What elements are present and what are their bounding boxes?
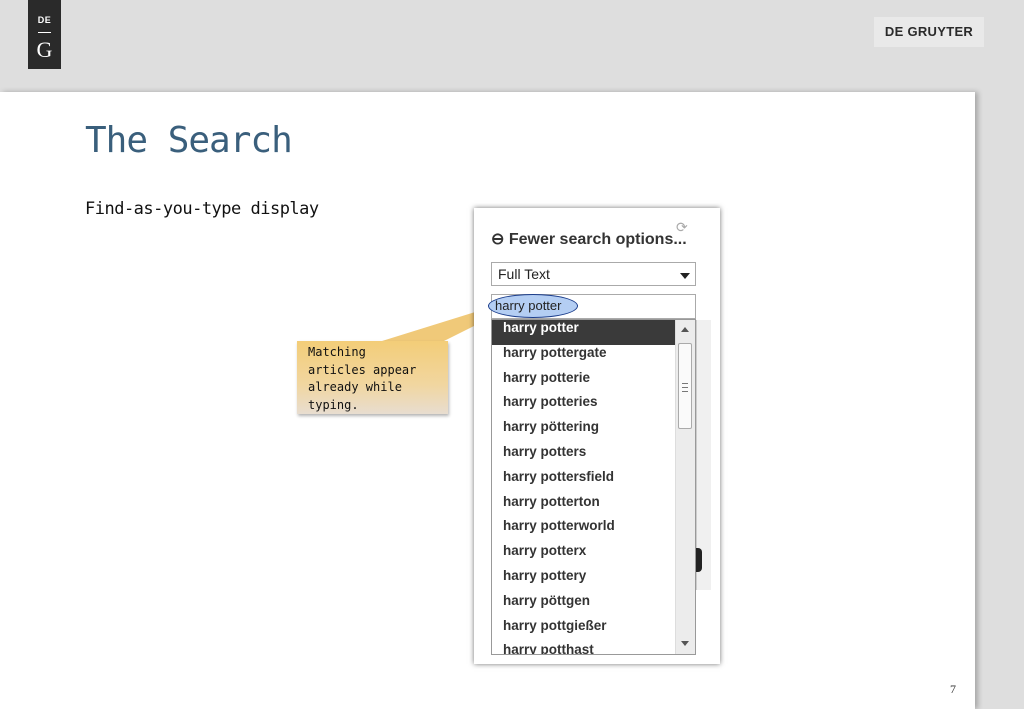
scroll-down-arrow-icon[interactable] <box>681 641 689 646</box>
suggestion-item[interactable]: harry pottgießer <box>492 618 676 643</box>
suggestion-item[interactable]: harry pöttering <box>492 419 676 444</box>
suggestion-list: harry potter harry pottergate harry potter… <box>492 320 676 654</box>
suggestion-item[interactable]: harry pottergate <box>492 345 676 370</box>
scroll-up-arrow-icon[interactable] <box>681 327 689 332</box>
caret-down-icon <box>680 273 690 279</box>
grip-icon <box>682 383 688 392</box>
suggestion-item[interactable]: harry pottersfield <box>492 469 676 494</box>
suggestion-item[interactable]: harry potters <box>492 444 676 469</box>
search-field-select[interactable]: Full Text <box>491 262 696 286</box>
suggestion-item[interactable]: harry potterie <box>492 370 676 395</box>
background-button <box>696 548 702 572</box>
suggestion-item[interactable]: harry potthast <box>492 642 676 654</box>
suggestion-item[interactable]: harry potter <box>492 320 676 345</box>
fewer-search-options-toggle[interactable]: ⊖ Fewer search options... <box>491 229 687 249</box>
suggestion-item[interactable]: harry potterworld <box>492 518 676 543</box>
callout-box: Matching articles appear already while t… <box>297 341 448 414</box>
dropdown-scrollbar[interactable] <box>675 320 695 654</box>
suggestion-item[interactable]: harry pottery <box>492 568 676 593</box>
scroll-thumb[interactable] <box>678 343 692 429</box>
callout-line: typing. <box>308 397 359 412</box>
callout-line: already while <box>308 380 402 394</box>
suggestion-dropdown: harry potter harry pottergate harry potter… <box>491 319 696 655</box>
callout-line: articles appear <box>308 362 417 377</box>
suggestion-item[interactable]: harry pöttgen <box>492 593 676 618</box>
search-query-highlight: harry potter <box>488 294 578 318</box>
suggestion-item[interactable]: harry potterx <box>492 543 676 568</box>
suggestion-item[interactable]: harry potterton <box>492 494 676 519</box>
search-field-value: Full Text <box>498 266 550 282</box>
search-panel-screenshot: ⟳ ⊖ Fewer search options... Full Text ha… <box>474 208 720 664</box>
callout-line: Matching <box>308 345 366 359</box>
suggestion-item[interactable]: harry potteries <box>492 394 676 419</box>
